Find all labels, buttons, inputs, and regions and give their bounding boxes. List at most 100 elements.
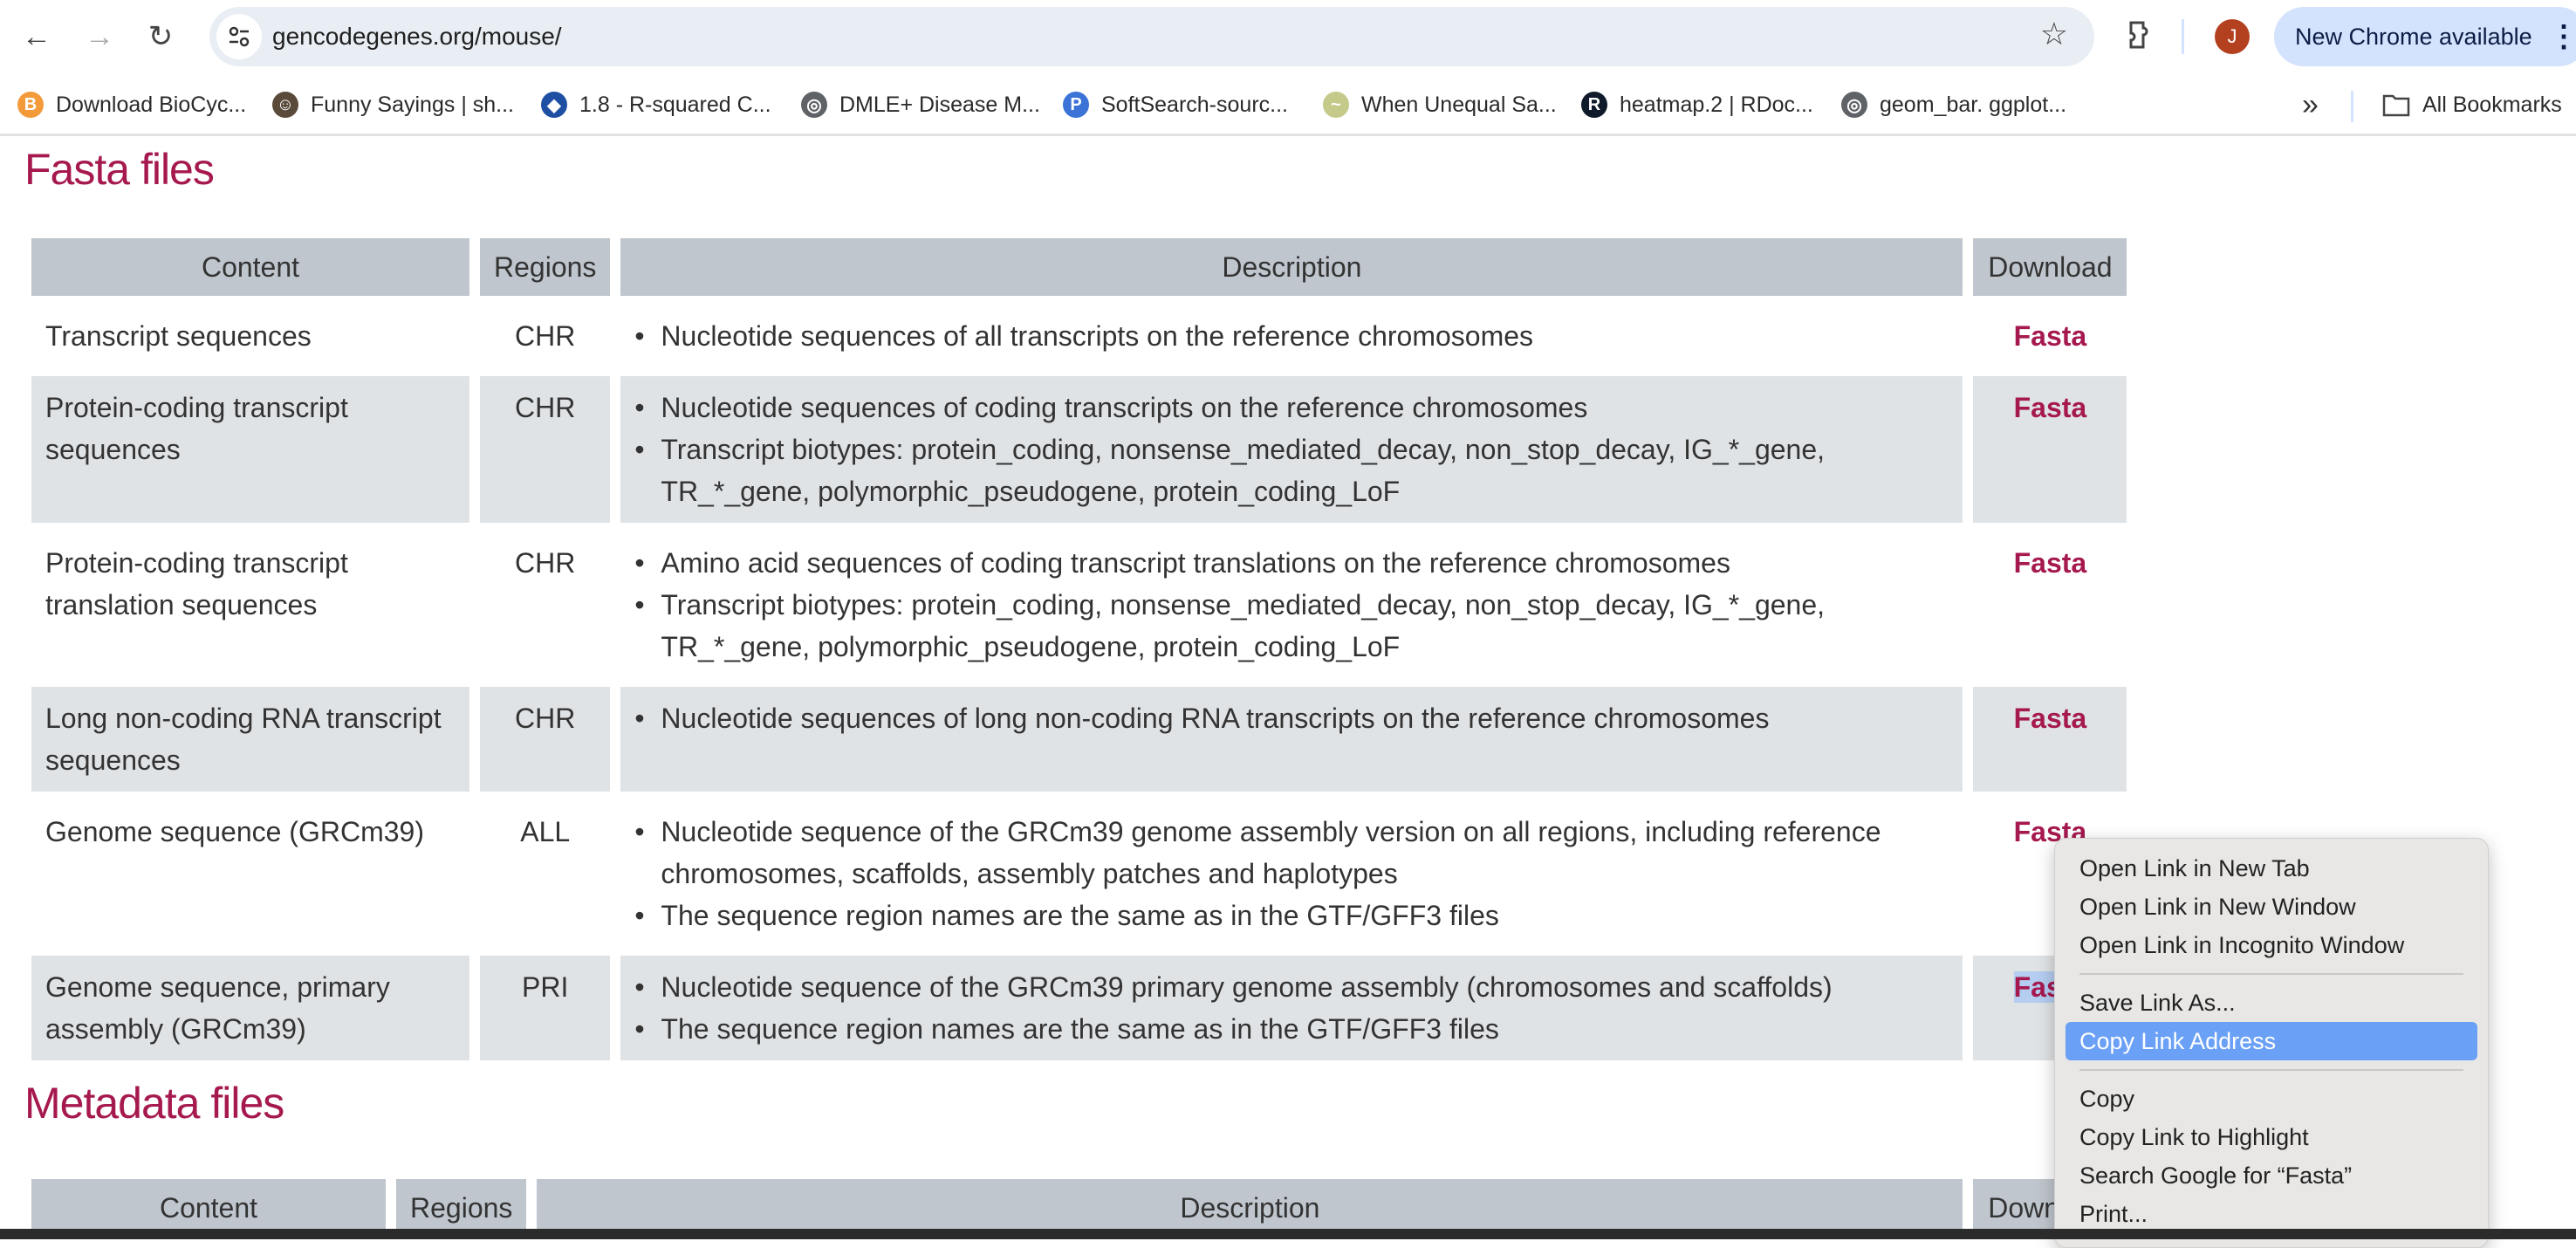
description-item: The sequence region names are the same a…: [634, 1008, 1949, 1050]
menu-item-copy-link-address[interactable]: Copy Link Address: [2066, 1022, 2477, 1060]
bookmark-star-icon[interactable]: ☆: [2040, 16, 2068, 52]
download-cell: Fasta: [1973, 376, 2127, 523]
bookmark-item[interactable]: ◆ 1.8 - R-squared C...: [541, 84, 771, 126]
description-cell: Nucleotide sequence of the GRCm39 primar…: [620, 956, 1963, 1060]
kebab-menu-icon[interactable]: ⋮: [2549, 19, 2576, 54]
update-label: New Chrome available: [2295, 24, 2532, 50]
context-menu: Open Link in New Tab Open Link in New Win…: [2054, 838, 2489, 1248]
update-chrome-button[interactable]: New Chrome available ⋮: [2274, 7, 2576, 66]
description-item: Transcript biotypes: protein_coding, non…: [634, 584, 1949, 668]
bookmark-item[interactable]: ◎ DMLE+ Disease M...: [801, 84, 1040, 126]
column-header: Content: [31, 238, 469, 296]
funny-sayings-icon: ☺: [272, 92, 298, 118]
description-item: Transcript biotypes: protein_coding, non…: [634, 429, 1949, 512]
region-cell: CHR: [480, 376, 611, 523]
description-cell: Nucleotide sequence of the GRCm39 genome…: [620, 800, 1963, 947]
back-button[interactable]: ←: [14, 14, 59, 59]
menu-item-copy[interactable]: Copy: [2066, 1080, 2477, 1118]
browser-toolbar: ← → ↻ gencodegenes.org/mouse/ ☆ J New Ch…: [0, 0, 2576, 73]
table-row: Protein-coding transcript sequencesCHR Nu…: [31, 376, 2127, 523]
chart-circle-icon: ~: [1323, 92, 1349, 118]
column-header: Description: [620, 238, 1963, 296]
description-cell: Nucleotide sequences of all transcripts …: [620, 305, 1963, 367]
fasta-download-link[interactable]: Fasta: [2014, 703, 2087, 734]
description-cell: Amino acid sequences of coding transcrip…: [620, 531, 1963, 678]
column-header: Regions: [480, 238, 611, 296]
rdocumentation-icon: R: [1581, 92, 1607, 118]
menu-item-save-link-as[interactable]: Save Link As...: [2066, 984, 2477, 1022]
description-item: Nucleotide sequence of the GRCm39 genome…: [634, 811, 1949, 895]
download-cell: Fasta: [1973, 305, 2127, 367]
globe-icon: ◎: [1841, 92, 1867, 118]
menu-separator: [2079, 1069, 2463, 1071]
table-row: Genome sequence (GRCm39) ALL Nucleotide se…: [31, 800, 2127, 947]
content-cell: Genome sequence (GRCm39): [45, 816, 424, 847]
description-item: Nucleotide sequences of long non-coding …: [634, 697, 1949, 739]
softsearch-icon: P: [1063, 92, 1089, 118]
table-row: Transcript sequences CHR Nucleotide sequen…: [31, 305, 2127, 367]
description-item: The sequence region names are the same a…: [634, 895, 1949, 936]
fasta-download-link[interactable]: Fasta: [2014, 320, 2087, 352]
bookmark-item[interactable]: B Download BioCyc...: [17, 84, 246, 126]
address-bar[interactable]: gencodegenes.org/mouse/ ☆: [209, 7, 2094, 66]
fasta-table: Content Regions Description Download Transc…: [21, 230, 2137, 1069]
biocyc-icon: B: [17, 92, 44, 118]
site-info-icon[interactable]: [216, 14, 262, 59]
menu-item-open-link-in-incognito-window[interactable]: Open Link in Incognito Window: [2066, 926, 2477, 964]
extensions-icon[interactable]: [2122, 16, 2161, 54]
bookmark-label: DMLE+ Disease M...: [839, 92, 1040, 117]
fasta-download-link[interactable]: Fasta: [2014, 392, 2087, 423]
bottom-bar: [0, 1229, 2576, 1239]
region-cell: CHR: [480, 687, 611, 792]
content-cell: Protein-coding transcript translation se…: [45, 547, 348, 621]
menu-separator: [2079, 973, 2463, 975]
bookmark-item[interactable]: P SoftSearch-sourc...: [1063, 84, 1288, 126]
url-text[interactable]: gencodegenes.org/mouse/: [272, 7, 562, 66]
region-cell: ALL: [520, 816, 571, 847]
description-cell: Nucleotide sequences of long non-coding …: [620, 687, 1963, 792]
table-row: Genome sequence, primary assembly (GRCm3…: [31, 956, 2127, 1060]
content-cell: Transcript sequences: [45, 320, 312, 352]
metadata-section-title: Metadata files: [24, 1079, 284, 1128]
menu-item-print[interactable]: Print...: [2066, 1195, 2477, 1233]
bookmark-item[interactable]: ☺ Funny Sayings | sh...: [272, 84, 514, 126]
bookmark-label: When Unequal Sa...: [1361, 92, 1557, 117]
fasta-download-link[interactable]: Fasta: [2014, 547, 2087, 579]
region-cell: PRI: [480, 956, 611, 1060]
table-row: Protein-coding transcript translation se…: [31, 531, 2127, 678]
content-cell: Protein-coding transcript sequences: [31, 376, 469, 523]
bookmark-item[interactable]: ◎ geom_bar. ggplot...: [1841, 84, 2066, 126]
menu-item-search-google-for-fasta[interactable]: Search Google for “Fasta”: [2066, 1156, 2477, 1195]
download-cell: Fasta: [1973, 531, 2127, 678]
more-bookmarks-chevron-icon[interactable]: »: [2302, 89, 2319, 120]
description-item: Nucleotide sequence of the GRCm39 primar…: [634, 966, 1949, 1008]
globe-icon: ◎: [801, 92, 827, 118]
bookmark-label: Download BioCyc...: [56, 92, 247, 117]
content-cell: Long non-coding RNA transcript sequences: [31, 687, 469, 792]
menu-item-copy-link-to-highlight[interactable]: Copy Link to Highlight: [2066, 1118, 2477, 1156]
bookmark-item[interactable]: ~ When Unequal Sa...: [1323, 84, 1557, 126]
forward-button[interactable]: →: [77, 14, 122, 59]
menu-item-open-link-in-new-tab[interactable]: Open Link in New Tab: [2066, 849, 2477, 888]
reload-button[interactable]: ↻: [138, 14, 183, 59]
bookmark-item[interactable]: Rheatmap.2 | RDoc...: [1581, 84, 1813, 126]
fasta-section-title: Fasta files: [24, 145, 215, 194]
table-row: Long non-coding RNA transcript sequences…: [31, 687, 2127, 792]
profile-avatar[interactable]: J: [2215, 19, 2250, 54]
column-header: Download: [1973, 238, 2127, 296]
menu-item-open-link-in-new-window[interactable]: Open Link in New Window: [2066, 888, 2477, 926]
bookmarks-bar: B Download BioCyc... ☺ Funny Sayings | sh..…: [0, 73, 2576, 136]
bookmark-label: Funny Sayings | sh...: [311, 92, 514, 117]
content-cell: Genome sequence, primary assembly (GRCm3…: [31, 956, 469, 1060]
bookmark-label: 1.8 - R-squared C...: [579, 92, 771, 117]
region-cell: CHR: [515, 320, 576, 352]
all-bookmarks-button[interactable]: All Bookmarks: [2382, 84, 2562, 126]
bookmark-label: SoftSearch-sourc...: [1101, 92, 1288, 117]
psu-shield-icon: ◆: [541, 92, 567, 118]
bookmarks-divider: [2351, 91, 2353, 122]
region-cell: CHR: [515, 547, 576, 579]
folder-icon: [2382, 94, 2410, 117]
bookmark-label: heatmap.2 | RDoc...: [1620, 92, 1813, 117]
toolbar-divider: [2182, 19, 2184, 54]
bookmark-label: geom_bar. ggplot...: [1880, 92, 2067, 117]
